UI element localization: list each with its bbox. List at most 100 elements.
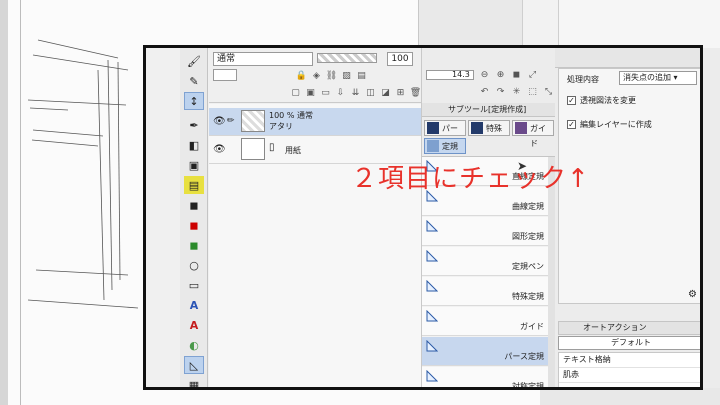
text-tool-icon[interactable]: A <box>184 296 204 314</box>
layer-name: アタリ <box>269 122 293 131</box>
subtool-header: サブツール[定規作成] <box>422 103 556 117</box>
ruler-icon <box>426 339 439 352</box>
process-select[interactable]: 消失点の追加 ▾ <box>619 71 697 85</box>
background-right-panel <box>558 0 720 48</box>
rotate-icon[interactable]: ⤢ <box>526 68 539 81</box>
auto-action-select[interactable]: デフォルト <box>558 336 700 350</box>
gradient-tool-icon[interactable]: ◼ <box>184 196 204 214</box>
merge-icon[interactable]: ⇊ <box>349 86 362 99</box>
blend-mode-select[interactable]: 通常 <box>213 52 313 66</box>
mask-icon[interactable]: ▨ <box>340 69 353 82</box>
sparkle-icon[interactable]: ✳ <box>510 85 523 98</box>
subtool-tabs: パース 特殊 ガイド 定規 <box>422 117 556 157</box>
ruler-add-icon[interactable]: ⊞ <box>394 86 407 99</box>
zoom-out-icon[interactable]: ⊖ <box>478 68 491 81</box>
ruler-icon <box>426 249 439 262</box>
edit-icons: ↶ ↷ ✳ ⬚ ⤡ <box>478 85 555 98</box>
clip-icon[interactable]: ⛓ <box>325 69 338 82</box>
lock-icon[interactable]: 🔒 <box>295 69 308 82</box>
zoom-in-icon[interactable]: ⊕ <box>494 68 507 81</box>
view-icons: ⊖ ⊕ ◼ ⤢ <box>478 68 539 81</box>
red-fill-icon[interactable]: ◼ <box>184 216 204 234</box>
annotation-text: ２項目にチェック↑ <box>351 164 590 194</box>
mask-add-icon[interactable]: ◫ <box>364 86 377 99</box>
tool-property-column: 処理内容 消失点の追加 ▾ ✓ 透視図法を変更 ✓ 編集レイヤーに作成 ⚙ オー… <box>555 48 700 387</box>
settings-icon[interactable]: ⚙ <box>688 289 697 300</box>
ruler-icon <box>426 369 439 382</box>
ref-icon[interactable]: ◈ <box>310 69 323 82</box>
background-far-right-strip <box>700 48 720 405</box>
tool-property-header <box>555 48 700 68</box>
layer-controls: 通常 100 🔒 ◈ ⛓ ▨ ▤ ▢ ▣ ▭ ⇩ ⇊ ◫ ◪ ⊞ 🗑 <box>209 48 421 103</box>
opacity-value[interactable]: 100 <box>387 52 413 66</box>
checkbox-row[interactable]: ✓ 編集レイヤーに作成 <box>567 119 652 130</box>
subtool-item[interactable]: ガイド <box>422 307 548 336</box>
subtool-item[interactable]: パース定規 <box>422 337 548 366</box>
subtool-item[interactable]: 定規ペン <box>422 247 548 276</box>
dropper-icon[interactable]: ✎ <box>184 72 204 90</box>
redo-icon[interactable]: ↷ <box>494 85 507 98</box>
new-vector-icon[interactable]: ▣ <box>304 86 317 99</box>
checkbox-row[interactable]: ✓ 透視図法を変更 <box>567 95 636 106</box>
layer-color-select[interactable] <box>213 69 237 81</box>
list-item[interactable]: 肌赤 <box>559 368 700 383</box>
ruler-icon <box>426 219 439 232</box>
balloon-tool-icon[interactable]: A <box>184 316 204 334</box>
select-icon[interactable]: ⬚ <box>526 85 539 98</box>
tab-special[interactable]: 特殊 <box>468 120 510 136</box>
tab-ruler[interactable]: 定規 <box>424 138 466 154</box>
subtool-item-label: ガイド <box>520 322 544 331</box>
eraser-tool-icon[interactable]: ◧ <box>184 136 204 154</box>
sketch-drawing <box>27 39 139 309</box>
checkbox-icon[interactable]: ✓ <box>567 120 576 129</box>
green-fill-icon[interactable]: ◼ <box>184 236 204 254</box>
layer-name: 用紙 <box>285 146 301 155</box>
new-layer-icon[interactable]: ▢ <box>289 86 302 99</box>
layer-list: 👁 ✏ 100 % 通常 アタリ 👁 ▯ 用紙 <box>209 104 421 387</box>
folder-icon[interactable]: ▭ <box>319 86 332 99</box>
brush-icon[interactable]: 🖌 <box>184 52 204 70</box>
tab-guide[interactable]: ガイド <box>512 120 554 148</box>
view-toolbar: 14.3 ⊖ ⊕ ◼ ⤢ ↶ ↷ ✳ ⬚ ⤡ <box>421 48 557 103</box>
subtool-item[interactable]: 対称定規 <box>422 367 548 387</box>
layer-tool-icon[interactable]: ▦ <box>184 376 204 388</box>
auto-action-header: オートアクション <box>558 321 700 335</box>
list-item[interactable]: テキスト格納 <box>559 353 700 368</box>
ellipse-tool-icon[interactable]: ○ <box>184 256 204 274</box>
ruler-icon <box>426 279 439 292</box>
fill-tool-icon[interactable]: ▣ <box>184 156 204 174</box>
layer-icon-row: 🔒 ◈ ⛓ ▨ ▤ <box>295 69 368 83</box>
eye-icon[interactable]: 👁 <box>213 144 226 155</box>
color-tool-icon[interactable]: ▤ <box>184 176 204 194</box>
move-tool-icon[interactable]: ↕ <box>184 92 204 110</box>
tool-column: 🖌 ✎ ↕ ✒ ◧ ▣ ▤ ◼ ◼ ◼ ○ ▭ A A ◐ ◺ ▦ <box>180 48 208 388</box>
subtool-item[interactable]: 図形定規 <box>422 217 548 246</box>
subtool-item-label: パース定規 <box>504 352 544 361</box>
process-label: 処理内容 <box>567 75 599 84</box>
background-panel-strip <box>418 0 522 48</box>
subtool-item-label: 曲線定規 <box>512 202 544 211</box>
mask-apply-icon[interactable]: ◪ <box>379 86 392 99</box>
auto-action-list: テキスト格納 肌赤 <box>558 352 700 387</box>
pen-tool-icon[interactable]: ✒ <box>184 116 204 134</box>
layer-row[interactable]: 👁 ✏ 100 % 通常 アタリ <box>209 108 421 136</box>
subtool-item[interactable]: 特殊定規 <box>422 277 548 306</box>
draft-icon[interactable]: ▤ <box>355 69 368 82</box>
layer-thumbnail <box>241 110 265 132</box>
checkbox-label: 透視図法を変更 <box>580 96 636 105</box>
fit-icon[interactable]: ◼ <box>510 68 523 81</box>
correction-tool-icon[interactable]: ◐ <box>184 336 204 354</box>
tab-perspective[interactable]: パース <box>424 120 466 148</box>
ruler-tool-icon[interactable]: ◺ <box>184 356 204 374</box>
checkbox-icon[interactable]: ✓ <box>567 96 576 105</box>
merge-down-icon[interactable]: ⇩ <box>334 86 347 99</box>
paper-icon: ▯ <box>269 142 275 153</box>
pen-icon: ✏ <box>227 116 235 126</box>
undo-icon[interactable]: ↶ <box>478 85 491 98</box>
zoomed-ui-frame: 🖌 ✎ ↕ ✒ ◧ ▣ ▤ ◼ ◼ ◼ ○ ▭ A A ◐ ◺ ▦ 通常 100… <box>143 45 703 390</box>
background-bottom-strip <box>540 388 720 405</box>
eye-icon[interactable]: 👁 <box>213 116 226 127</box>
opacity-slider[interactable] <box>317 53 377 63</box>
frame-tool-icon[interactable]: ▭ <box>184 276 204 294</box>
transform-icon[interactable]: ⤡ <box>542 85 555 98</box>
